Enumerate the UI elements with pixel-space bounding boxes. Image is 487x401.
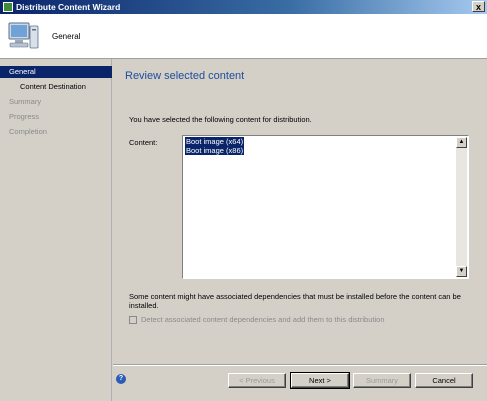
wizard-header: General — [0, 14, 487, 59]
computer-icon — [8, 22, 39, 49]
vertical-scrollbar[interactable]: ▲ ▼ — [456, 137, 467, 277]
dependency-note: Some content might have associated depen… — [129, 292, 461, 310]
content-list: Boot image (x64) Boot image (x86) — [184, 137, 455, 277]
window-title: Distribute Content Wizard — [16, 2, 121, 12]
scroll-up-arrow-icon[interactable]: ▲ — [456, 137, 467, 148]
next-button[interactable]: Next > — [290, 372, 350, 389]
close-button[interactable]: x — [472, 1, 485, 12]
nav-item-general[interactable]: General — [0, 66, 112, 78]
main-panel: Review selected content You have selecte… — [113, 59, 487, 401]
content-label: Content: — [129, 138, 158, 147]
page-title: Review selected content — [125, 70, 245, 82]
cancel-button[interactable]: Cancel — [415, 373, 473, 388]
description-text: You have selected the following content … — [129, 115, 312, 124]
title-bar: Distribute Content Wizard x — [0, 0, 487, 14]
list-item[interactable]: Boot image (x86) — [185, 146, 245, 155]
content-listbox[interactable]: Boot image (x64) Boot image (x86) ▲ ▼ — [182, 135, 469, 279]
previous-button[interactable]: < Previous — [228, 373, 286, 388]
dependency-checkbox-row[interactable]: Detect associated content dependencies a… — [129, 315, 385, 324]
help-icon[interactable]: ? — [116, 374, 126, 384]
dependency-checkbox[interactable] — [129, 316, 137, 324]
nav-item-progress[interactable]: Progress — [0, 111, 112, 123]
footer-divider — [113, 364, 487, 366]
nav-item-content-destination[interactable]: Content Destination — [0, 81, 112, 93]
list-item[interactable]: Boot image (x64) — [185, 137, 245, 146]
wizard-nav: General Content Destination Summary Prog… — [0, 59, 112, 401]
app-icon — [3, 2, 13, 12]
header-title: General — [52, 32, 81, 41]
summary-button[interactable]: Summary — [353, 373, 411, 388]
dependency-checkbox-label: Detect associated content dependencies a… — [141, 315, 385, 324]
nav-item-summary[interactable]: Summary — [0, 96, 112, 108]
scroll-down-arrow-icon[interactable]: ▼ — [456, 266, 467, 277]
nav-item-completion[interactable]: Completion — [0, 126, 112, 138]
